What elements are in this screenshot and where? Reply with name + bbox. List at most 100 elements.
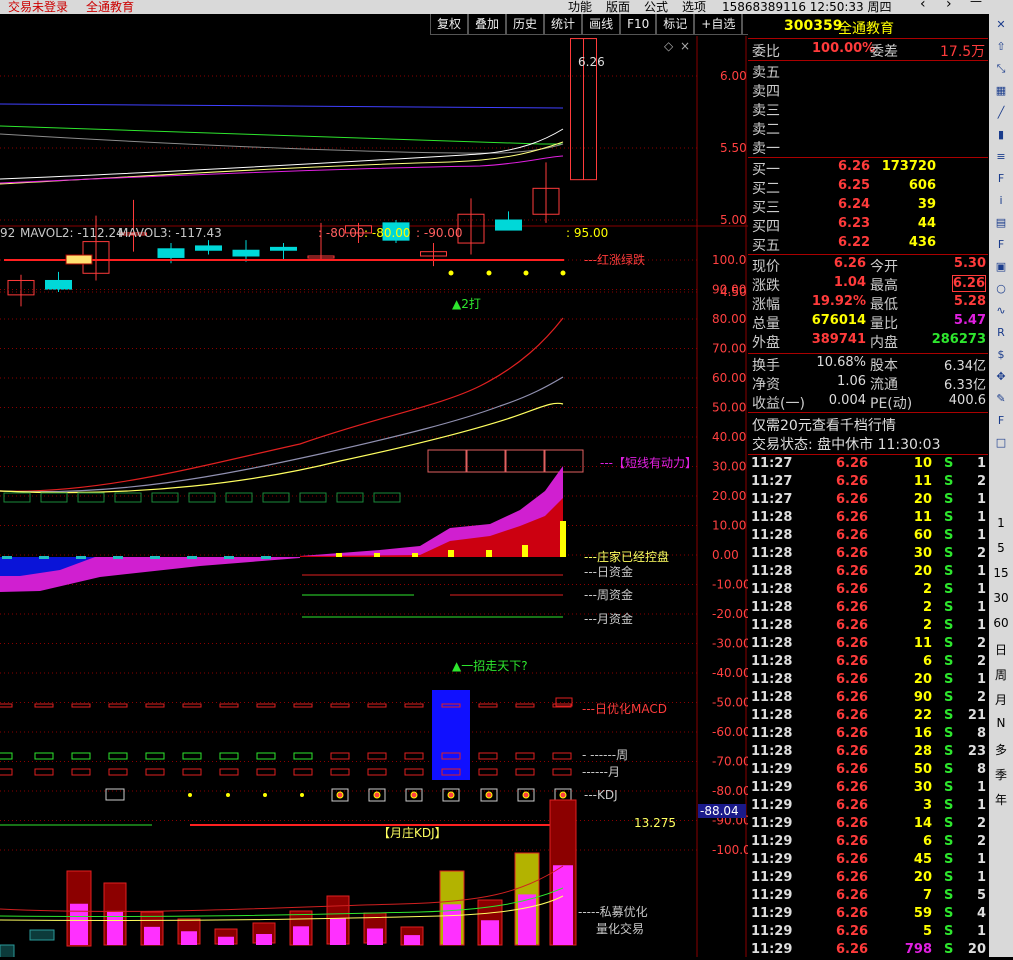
chart-canvas[interactable]: 6.005.505.004.50 6.26 ◇ × 92 MAVOL2: -11… [0, 36, 748, 957]
sell-row[interactable]: 卖五 [748, 62, 988, 81]
f12-icon[interactable]: F [992, 238, 1010, 254]
toolbar-stats[interactable]: 统计 [544, 14, 583, 35]
f10-icon[interactable]: F [992, 172, 1010, 188]
period-9[interactable]: 多 [989, 741, 1013, 758]
f5-icon[interactable]: F [992, 414, 1010, 430]
tick-row[interactable]: 11:29 6.26 5 S 1 [748, 924, 988, 942]
toolbar-add-watch[interactable]: +自选 [694, 14, 743, 35]
tick-row[interactable]: 11:28 6.26 28 S 23 [748, 744, 988, 762]
tick-count: 1 [976, 510, 986, 525]
duanxian-label: ---【短线有动力】 [600, 456, 697, 470]
buy-row[interactable]: 买二 6.25 606 [748, 178, 988, 197]
period-6[interactable]: 周 [989, 666, 1013, 683]
close-pane-icon[interactable]: × [680, 39, 690, 53]
period-7[interactable]: 月 [989, 691, 1013, 708]
period-0[interactable]: 1 [989, 516, 1013, 530]
candle-icon[interactable]: ▮ [992, 128, 1010, 144]
wave-icon[interactable]: ∿ [992, 304, 1010, 320]
tick-row[interactable]: 11:28 6.26 2 S 1 [748, 582, 988, 600]
tick-row[interactable]: 11:29 6.26 3 S 1 [748, 798, 988, 816]
close-icon[interactable]: ✕ [992, 18, 1010, 34]
menu-options[interactable]: 选项 [682, 0, 706, 14]
kdj-dot [188, 793, 192, 797]
tick-row[interactable]: 11:29 6.26 7 S 5 [748, 888, 988, 906]
tick-row[interactable]: 11:28 6.26 6 S 2 [748, 654, 988, 672]
period-3[interactable]: 30 [989, 591, 1013, 605]
tick-row[interactable]: 11:28 6.26 11 S 1 [748, 510, 988, 528]
tick-row[interactable]: 11:29 6.26 14 S 2 [748, 816, 988, 834]
promo-row[interactable]: 仅需20元查看千档行情 [748, 415, 988, 434]
sell-row[interactable]: 卖二 [748, 119, 988, 138]
sell-row[interactable]: 卖一 [748, 138, 988, 157]
period-8[interactable]: N [989, 716, 1013, 730]
tick-row[interactable]: 11:28 6.26 20 S 1 [748, 672, 988, 690]
tick-row[interactable]: 11:29 6.26 45 S 1 [748, 852, 988, 870]
pencil-icon[interactable]: ✎ [992, 392, 1010, 408]
dollar-icon[interactable]: $ [992, 348, 1010, 364]
buy-row[interactable]: 买五 6.22 436 [748, 235, 988, 254]
month-mark [182, 768, 202, 776]
sell-row[interactable]: 卖三 [748, 100, 988, 119]
toolbar-overlay[interactable]: 叠加 [468, 14, 507, 35]
tick-row[interactable]: 11:28 6.26 16 S 8 [748, 726, 988, 744]
tick-row[interactable]: 11:28 6.26 2 S 1 [748, 600, 988, 618]
window-icon[interactable]: □ [992, 436, 1010, 452]
chart-line-icon[interactable]: ╱ [992, 106, 1010, 122]
period-2[interactable]: 15 [989, 566, 1013, 580]
circle-icon[interactable]: ○ [992, 282, 1010, 298]
toolbar-draw[interactable]: 画线 [582, 14, 621, 35]
tick-row[interactable]: 11:29 6.26 30 S 1 [748, 780, 988, 798]
forward-icon[interactable]: › [946, 0, 952, 12]
tick-time: 11:28 [751, 618, 793, 633]
tick-row[interactable]: 11:27 6.26 20 S 1 [748, 492, 988, 510]
buy-row[interactable]: 买三 6.24 39 [748, 197, 988, 216]
tick-row[interactable]: 11:29 6.26 50 S 8 [748, 762, 988, 780]
period-11[interactable]: 年 [989, 791, 1013, 808]
period-4[interactable]: 60 [989, 616, 1013, 630]
menu-function[interactable]: 功能 [568, 0, 592, 14]
period-5[interactable]: 日 [989, 641, 1013, 658]
tick-row[interactable]: 11:28 6.26 22 S 21 [748, 708, 988, 726]
tick-row[interactable]: 11:29 6.26 20 S 1 [748, 870, 988, 888]
tick-price: 6.26 [836, 726, 869, 741]
rsi-icon[interactable]: R [992, 326, 1010, 342]
tick-row[interactable]: 11:27 6.26 10 S 1 [748, 456, 988, 474]
tick-row[interactable]: 11:28 6.26 20 S 1 [748, 564, 988, 582]
toolbar-fuquan[interactable]: 复权 [430, 14, 469, 35]
tick-row[interactable]: 11:28 6.26 2 S 1 [748, 618, 988, 636]
toolbar-mark[interactable]: 标记 [656, 14, 695, 35]
menu-layout[interactable]: 版面 [606, 0, 630, 14]
menu-formula[interactable]: 公式 [644, 0, 668, 14]
info-icon[interactable]: i [992, 194, 1010, 210]
tick-time: 11:29 [751, 870, 793, 885]
toolbar-history[interactable]: 历史 [506, 14, 545, 35]
tick-row[interactable]: 11:27 6.26 11 S 2 [748, 474, 988, 492]
sell-row[interactable]: 卖四 [748, 81, 988, 100]
tick-row[interactable]: 11:29 6.26 59 S 4 [748, 906, 988, 924]
toolbar-f10[interactable]: F10 [620, 14, 657, 35]
back-icon[interactable]: ‹ [920, 0, 926, 12]
tick-row[interactable]: 11:29 6.26 6 S 2 [748, 834, 988, 852]
list-icon[interactable]: ≡ [992, 150, 1010, 166]
tick-row[interactable]: 11:28 6.26 60 S 1 [748, 528, 988, 546]
tick-row[interactable]: 11:28 6.26 90 S 2 [748, 690, 988, 708]
week-mark [145, 752, 165, 760]
buy-row[interactable]: 买一 6.26 173720 [748, 159, 988, 178]
promo-text[interactable]: 仅需20元查看千档行情 [752, 415, 896, 435]
book-icon[interactable]: ▤ [992, 216, 1010, 232]
tick-row[interactable]: 11:29 6.26 798 S 20 [748, 942, 988, 960]
period-1[interactable]: 5 [989, 541, 1013, 555]
high-price-label: 6.26 [578, 55, 605, 69]
move-icon[interactable]: ✥ [992, 370, 1010, 386]
tick-row[interactable]: 11:28 6.26 11 S 2 [748, 636, 988, 654]
period-10[interactable]: 季 [989, 766, 1013, 783]
tick-side: S [944, 798, 954, 813]
up-arrow-icon[interactable]: ⇧ [992, 40, 1010, 56]
minimize-icon[interactable]: — [970, 0, 982, 8]
grid-icon[interactable]: ▣ [992, 260, 1010, 276]
pin-icon[interactable]: ⤡ [992, 62, 1010, 78]
calendar-icon[interactable]: ▦ [992, 84, 1010, 100]
diamond-icon[interactable]: ◇ [664, 39, 674, 53]
buy-row[interactable]: 买四 6.23 44 [748, 216, 988, 235]
tick-row[interactable]: 11:28 6.26 30 S 2 [748, 546, 988, 564]
